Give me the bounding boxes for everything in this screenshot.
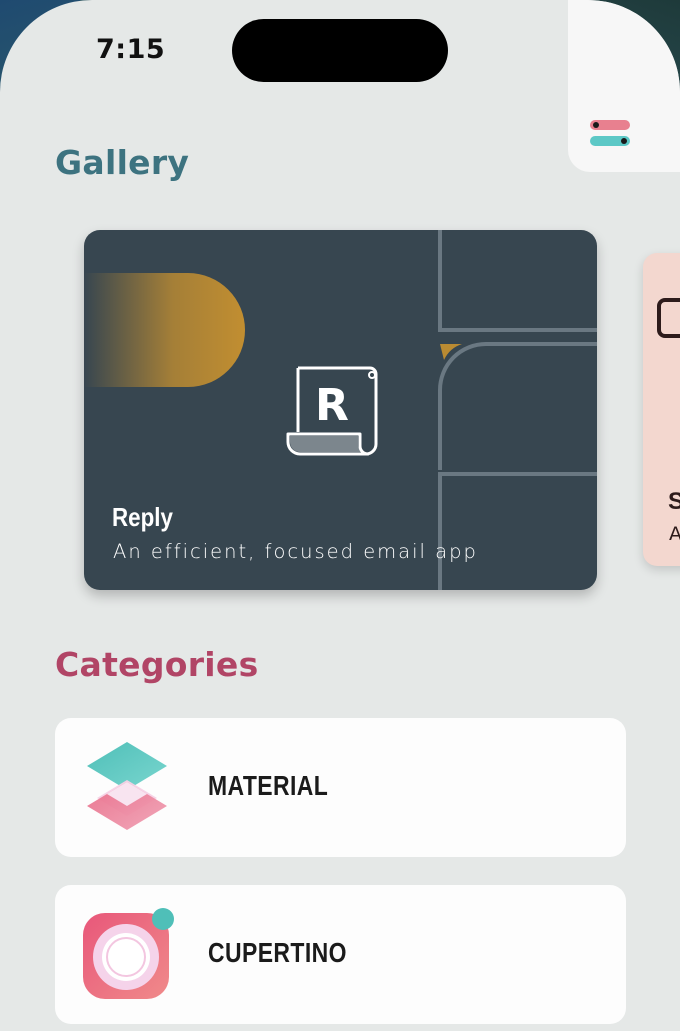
gallery-card-next[interactable]: S A [643,253,680,566]
menu-sliders-icon[interactable] [588,118,632,150]
categories-heading: Categories [55,645,259,684]
gallery-card-reply[interactable]: R Reply An efficient, focused email app [84,230,597,590]
card-title: S [668,488,680,515]
category-label: CUPERTINO [208,937,347,968]
cupertino-ring-icon [83,908,174,999]
card-title: Reply [112,502,173,532]
svg-text:R: R [315,380,349,431]
category-material[interactable]: MATERIAL [55,718,626,857]
dynamic-island [232,19,448,82]
app-screen: 7:15 Gallery R Reply An efficient, focus… [0,0,680,1031]
card-subtitle: A [669,523,680,545]
reply-logo-icon: R [286,366,378,456]
gallery-heading: Gallery [55,143,190,182]
material-layers-icon [87,742,167,830]
shrine-logo-icon [657,298,680,338]
menu-panel [568,0,680,172]
category-cupertino[interactable]: CUPERTINO [55,885,626,1024]
card-subtitle: An efficient, focused email app [113,540,478,563]
category-label: MATERIAL [208,770,329,801]
status-time: 7:15 [96,34,166,65]
